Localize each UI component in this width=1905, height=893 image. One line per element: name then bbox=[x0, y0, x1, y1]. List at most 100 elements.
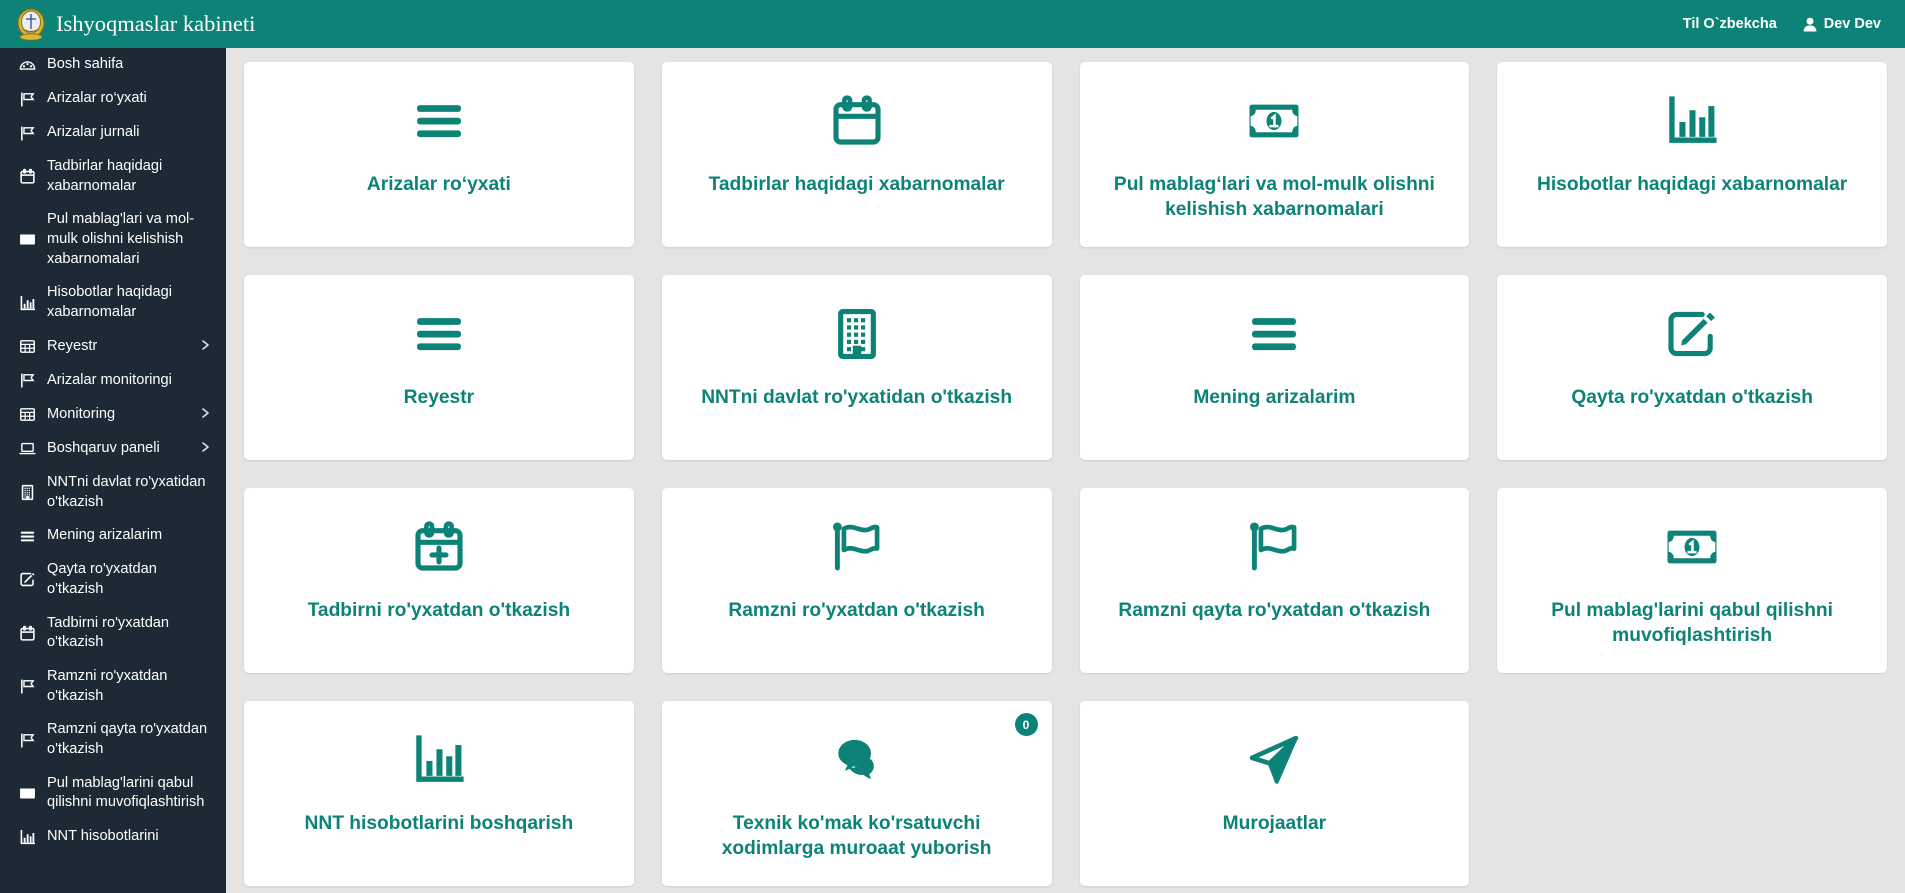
sidebar-item-label: Arizalar ro‘yxati bbox=[47, 90, 147, 107]
hamburger-list-icon bbox=[411, 88, 467, 154]
dashboard-card[interactable]: Murojaatlar bbox=[1079, 701, 1470, 886]
chat-bubbles-icon bbox=[829, 727, 885, 793]
bar-chart-icon bbox=[16, 828, 38, 846]
sidebar-item-3[interactable]: Tadbirlar haqidagi xabarnomalar bbox=[0, 150, 226, 203]
bar-chart-icon bbox=[1664, 88, 1720, 154]
sidebar-item-label: Boshqaruv paneli bbox=[47, 439, 160, 456]
sidebar-item-11[interactable]: Mening arizalarim bbox=[0, 519, 226, 553]
edit-square-icon bbox=[1664, 301, 1720, 367]
dashboard-icon bbox=[16, 56, 38, 74]
banknote-icon bbox=[16, 231, 38, 249]
sidebar-item-13[interactable]: Tadbirni ro'yxatdan o'tkazish bbox=[0, 607, 226, 660]
language-switcher[interactable]: Til O`zbekcha bbox=[1683, 16, 1777, 32]
app-title: Ishyoqmaslar kabineti bbox=[56, 11, 256, 36]
dashboard-card-label: Qayta ro'yxatdan o'tkazish bbox=[1571, 387, 1813, 408]
dashboard-card-label: Tadbirlar haqidagi xabarnomalar bbox=[708, 174, 1005, 195]
sidebar-item-label: NNT hisobotlarini bbox=[47, 828, 159, 845]
dashboard-card-label: NNTni davlat ro'yxatidan o'tkazish bbox=[701, 387, 1013, 408]
calendar-icon bbox=[16, 168, 38, 186]
flag-icon bbox=[16, 90, 38, 108]
dashboard-card-grid: Arizalar ro‘yxati Tadbirlar haqidagi xaba… bbox=[244, 62, 1887, 886]
sidebar-item-label: Tadbirni ro'yxatdan o'tkazish bbox=[47, 614, 170, 651]
wavy-flag-icon bbox=[1246, 514, 1302, 580]
dashboard-card-label: Ramzni ro'yxatdan o'tkazish bbox=[728, 600, 985, 621]
sidebar-item-17[interactable]: NNT hisobotlarini bbox=[0, 820, 226, 854]
dashboard-card[interactable]: Tadbirlar haqidagi xabarnomalar bbox=[661, 62, 1052, 247]
sidebar-item-9[interactable]: Boshqaruv paneli bbox=[0, 432, 226, 466]
sidebar-item-label: Pul mablag'lari va mol-mulk olishni keli… bbox=[47, 211, 195, 267]
sidebar-item-16[interactable]: Pul mablag'larini qabul qilishni muvofiq… bbox=[0, 767, 226, 820]
calendar-icon bbox=[16, 624, 38, 642]
sidebar-item-8[interactable]: Monitoring bbox=[0, 398, 226, 432]
sidebar-item-10[interactable]: NNTni davlat ro'yxatidan o'tkazish bbox=[0, 466, 226, 519]
table-icon bbox=[16, 338, 38, 356]
dashboard-card[interactable]: Hisobotlar haqidagi xabarnomalar bbox=[1497, 62, 1887, 247]
dashboard-card[interactable]: Pul mablag'larini qabul qilishni muvofiq… bbox=[1497, 488, 1887, 673]
dashboard-card-label: Mening arizalarim bbox=[1193, 387, 1356, 408]
dashboard-card[interactable]: 0 Texnik ko'mak ko'rsatuvchi xodimlarga m… bbox=[661, 701, 1052, 886]
chevron-right-icon bbox=[200, 440, 210, 458]
sidebar-item-7[interactable]: Arizalar monitoringi bbox=[0, 364, 226, 398]
sidebar-item-4[interactable]: Pul mablag'lari va mol-mulk olishni keli… bbox=[0, 203, 226, 276]
dashboard-card[interactable]: NNTni davlat ro'yxatidan o'tkazish bbox=[661, 275, 1052, 460]
sidebar-item-label: Bosh sahifa bbox=[47, 56, 124, 73]
dashboard-card-label: Tadbirni ro'yxatdan o'tkazish bbox=[307, 600, 571, 621]
dashboard-card-label: Reyestr bbox=[403, 387, 475, 408]
sidebar-item-5[interactable]: Hisobotlar haqidagi xabarnomalar bbox=[0, 276, 226, 329]
dashboard-card-label: NNT hisobotlarini boshqarish bbox=[304, 813, 574, 834]
chevron-right-icon bbox=[200, 338, 210, 356]
sidebar-item-15[interactable]: Ramzni qayta ro'yxatdan o'tkazish bbox=[0, 713, 226, 766]
sidebar-item-12[interactable]: Qayta ro'yxatdan o'tkazish bbox=[0, 553, 226, 606]
dashboard-card[interactable]: Arizalar ro‘yxati bbox=[244, 62, 634, 247]
dashboard-card[interactable]: Ramzni ro'yxatdan o'tkazish bbox=[661, 488, 1052, 673]
sidebar-item-0[interactable]: Bosh sahifa bbox=[0, 48, 226, 82]
building-icon bbox=[829, 301, 885, 367]
dashboard-card[interactable]: NNT hisobotlarini boshqarish bbox=[244, 701, 634, 886]
notification-badge: 0 bbox=[1014, 713, 1038, 736]
sidebar-item-6[interactable]: Reyestr bbox=[0, 330, 226, 364]
language-label: Til O`zbekcha bbox=[1682, 16, 1777, 32]
sidebar-item-label: Arizalar jurnali bbox=[47, 124, 140, 141]
table-icon bbox=[16, 406, 38, 424]
dashboard-card-label: Pul mablag'larini qabul qilishni muvofiq… bbox=[1551, 600, 1833, 647]
dashboard-card[interactable]: Pul mablag‘lari va mol-mulk olishni keli… bbox=[1079, 62, 1470, 247]
dashboard-card-label: Murojaatlar bbox=[1222, 813, 1327, 834]
bar-chart-icon bbox=[411, 727, 467, 793]
sidebar-item-1[interactable]: Arizalar ro‘yxati bbox=[0, 82, 226, 116]
main-content: Arizalar ro‘yxati Tadbirlar haqidagi xaba… bbox=[226, 48, 1905, 893]
sidebar-item-label: Ramzni ro'yxatdan o'tkazish bbox=[47, 667, 168, 704]
top-header-bar: Ishyoqmaslar kabineti Til O`zbekcha Dev … bbox=[0, 0, 1905, 48]
sidebar-item-14[interactable]: Ramzni ro'yxatdan o'tkazish bbox=[0, 660, 226, 713]
sidebar-item-label: Qayta ro'yxatdan o'tkazish bbox=[47, 561, 157, 597]
sidebar-item-label: Reyestr bbox=[47, 337, 98, 354]
dashboard-card-label: Ramzni qayta ro'yxatdan o'tkazish bbox=[1118, 600, 1431, 621]
user-name: Dev Dev bbox=[1823, 16, 1881, 32]
wavy-flag-icon bbox=[829, 514, 885, 580]
dashboard-card[interactable]: Qayta ro'yxatdan o'tkazish bbox=[1497, 275, 1887, 460]
list-icon bbox=[16, 527, 38, 545]
bar-chart-icon bbox=[16, 294, 38, 312]
calendar-plus-icon bbox=[411, 514, 467, 580]
header-actions: Til O`zbekcha Dev Dev bbox=[1683, 0, 1905, 48]
banknote-icon bbox=[1664, 514, 1720, 580]
building-icon bbox=[16, 484, 38, 502]
sidebar-item-label: Mening arizalarim bbox=[47, 527, 163, 544]
sidebar-item-2[interactable]: Arizalar jurnali bbox=[0, 116, 226, 150]
dashboard-card[interactable]: Mening arizalarim bbox=[1079, 275, 1470, 460]
empty-grid-cell bbox=[1497, 701, 1887, 886]
banknote-icon bbox=[16, 784, 38, 802]
sidebar-item-label: Monitoring bbox=[47, 405, 116, 422]
hamburger-list-icon bbox=[411, 301, 467, 367]
dashboard-card[interactable]: Tadbirni ro'yxatdan o'tkazish bbox=[244, 488, 634, 673]
dashboard-card[interactable]: Ramzni qayta ro'yxatdan o'tkazish bbox=[1079, 488, 1470, 673]
flag-icon bbox=[16, 372, 38, 390]
user-menu[interactable]: Dev Dev bbox=[1803, 16, 1881, 32]
sidebar-item-label: Arizalar monitoringi bbox=[47, 371, 172, 388]
dashboard-card[interactable]: Reyestr bbox=[244, 275, 634, 460]
sidebar-nav: Bosh sahifa Arizalar ro‘yxati Arizalar jur… bbox=[0, 48, 226, 893]
brand[interactable]: Ishyoqmaslar kabineti bbox=[0, 0, 255, 48]
app-root: Ishyoqmaslar kabineti Til O`zbekcha Dev … bbox=[0, 0, 1905, 893]
dashboard-card-label: Texnik ko'mak ko'rsatuvchi xodimlarga mu… bbox=[721, 813, 992, 860]
dashboard-card-label: Pul mablag‘lari va mol-mulk olishni keli… bbox=[1113, 174, 1435, 221]
user-icon bbox=[1803, 17, 1817, 32]
